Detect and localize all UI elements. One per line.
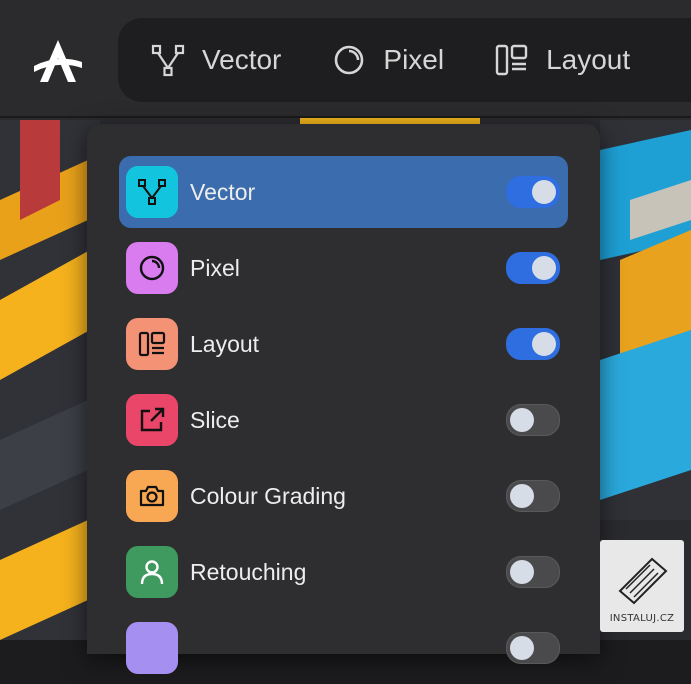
toggle-knob [510, 560, 534, 584]
slice-tile [126, 394, 178, 446]
partial-toggle[interactable] [506, 632, 560, 664]
menu-item-label: Colour Grading [190, 482, 346, 509]
unknown-icon [137, 633, 167, 663]
pixel-toggle[interactable] [506, 252, 560, 284]
colour-grading-toggle[interactable] [506, 480, 560, 512]
persona-pixel[interactable]: Pixel [331, 42, 444, 78]
menu-item-label: Pixel [190, 254, 240, 281]
menu-item-partial[interactable] [119, 612, 568, 684]
retouching-tile [126, 546, 178, 598]
affinity-logo[interactable] [30, 32, 86, 88]
toggle-knob [510, 484, 534, 508]
persona-vector[interactable]: Vector [150, 42, 281, 78]
top-toolbar: Vector Pixel Layout [0, 0, 691, 118]
colour-grading-tile [126, 470, 178, 522]
slice-toggle[interactable] [506, 404, 560, 436]
retouching-toggle[interactable] [506, 556, 560, 588]
persona-layout-label: Layout [546, 44, 631, 75]
vector-nodes-icon [151, 44, 185, 77]
camera-icon [139, 485, 165, 507]
vector-toggle[interactable] [506, 176, 560, 208]
menu-item-layout[interactable]: Layout [119, 308, 568, 380]
toggle-knob [510, 408, 534, 432]
menu-item-label: Retouching [190, 558, 307, 585]
layout-columns-icon [138, 331, 166, 357]
toggle-knob [532, 256, 556, 280]
persona-switcher: Vector Pixel Layout [118, 18, 691, 102]
pixel-circle-icon [139, 255, 165, 281]
layout-tile [126, 318, 178, 370]
watermark-logo-icon [618, 557, 668, 605]
pixel-tile [126, 242, 178, 294]
menu-item-label: Layout [190, 330, 260, 357]
menu-item-retouching[interactable]: Retouching [119, 536, 568, 608]
menu-item-label: Slice [190, 406, 240, 433]
menu-item-slice[interactable]: Slice [119, 384, 568, 456]
vector-tile [126, 166, 178, 218]
export-arrow-icon [140, 407, 165, 432]
menu-item-colour-grading[interactable]: Colour Grading [119, 460, 568, 532]
menu-item-pixel[interactable]: Pixel [119, 232, 568, 304]
persona-pixel-label: Pixel [383, 44, 445, 75]
person-icon [140, 560, 164, 585]
persona-menu-panel: Vector Pixel Layout Slice Colour Grading… [87, 124, 600, 674]
persona-vector-label: Vector [202, 44, 282, 75]
toggle-knob [532, 180, 556, 204]
layout-columns-icon [495, 44, 528, 76]
watermark-text: INSTALUJ.CZ [609, 613, 675, 624]
layout-toggle[interactable] [506, 328, 560, 360]
vector-nodes-icon [138, 179, 166, 205]
menu-item-label: Vector [190, 178, 256, 205]
menu-item-vector[interactable]: Vector [119, 156, 568, 228]
pixel-circle-icon [335, 45, 364, 75]
partial-tile [126, 622, 178, 674]
persona-layout[interactable]: Layout [494, 42, 630, 78]
watermark: INSTALUJ.CZ [600, 540, 684, 632]
toggle-knob [532, 332, 556, 356]
